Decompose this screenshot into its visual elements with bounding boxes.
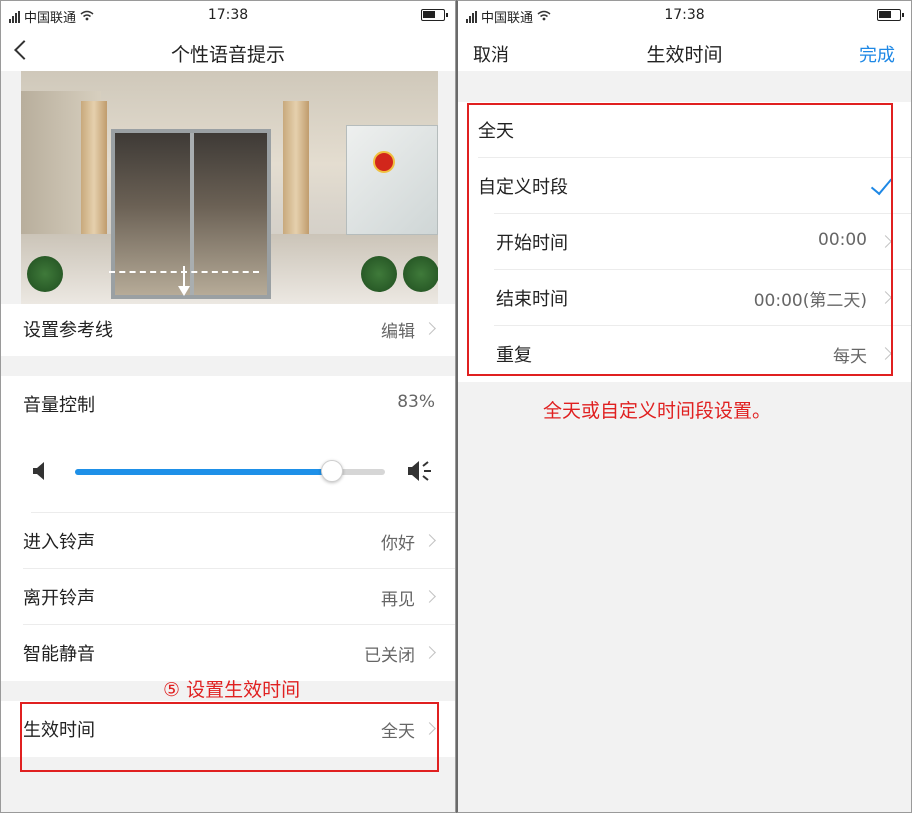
camera-preview	[21, 71, 438, 304]
volume-fill	[75, 469, 333, 475]
page-title: 个性语音提示	[170, 44, 285, 66]
leave-ring-row[interactable]: 离开铃声 再见	[1, 569, 455, 625]
page-title: 生效时间	[646, 44, 723, 66]
status-bar: 中国联通 17:38	[1, 1, 455, 29]
annotation-box-right	[467, 103, 893, 376]
status-time: 17:38	[664, 7, 705, 23]
chevron-right-icon	[423, 590, 436, 603]
enter-ring-row[interactable]: 进入铃声 你好	[1, 513, 455, 569]
logo-mark	[373, 151, 395, 173]
leave-ring-value: 再见	[381, 590, 415, 610]
status-time: 17:38	[207, 7, 249, 23]
volume-value: 83%	[397, 392, 435, 412]
smart-mute-row[interactable]: 智能静音 已关闭	[1, 625, 455, 681]
chevron-right-icon	[423, 646, 436, 659]
wall-sign	[346, 125, 438, 235]
volume-high-icon	[407, 459, 435, 487]
annotation-note: 全天或自定义时间段设置。	[543, 400, 772, 422]
ref-line-row[interactable]: 设置参考线 编辑	[1, 304, 455, 356]
annotation-step5: ⑤ 设置生效时间	[163, 679, 301, 701]
volume-thumb[interactable]	[321, 460, 344, 482]
volume-label: 音量控制	[23, 395, 95, 416]
left-screen: 中国联通 17:38 个性语音提示 设置参考线 编辑 音量控制 83% 进入铃声…	[0, 0, 456, 813]
volume-slider-row	[1, 431, 455, 513]
nav-bar: 取消 生效时间 完成	[458, 29, 911, 71]
leave-ring-label: 离开铃声	[23, 588, 95, 609]
ref-line-label: 设置参考线	[23, 320, 113, 341]
smart-mute-value: 已关闭	[364, 646, 415, 666]
chevron-right-icon	[423, 322, 436, 335]
smart-mute-label: 智能静音	[23, 644, 95, 665]
door-image	[111, 129, 271, 299]
annotation-box-left	[20, 702, 439, 772]
volume-low-icon	[32, 461, 46, 485]
nav-bar: 个性语音提示	[1, 29, 455, 71]
volume-row: 音量控制 83%	[1, 376, 455, 432]
status-bar: 中国联通 17:38	[458, 1, 911, 29]
ref-line-value: 编辑	[381, 322, 415, 342]
enter-ring-label: 进入铃声	[23, 532, 95, 553]
done-button[interactable]: 完成	[859, 41, 895, 67]
right-screen: 中国联通 17:38 取消 生效时间 完成 全天 自定义时段 开始时间 00:0…	[456, 0, 912, 813]
chevron-right-icon	[423, 534, 436, 547]
enter-ring-value: 你好	[381, 534, 415, 554]
battery-icon	[877, 9, 904, 21]
direction-arrow	[183, 266, 185, 288]
battery-icon	[421, 9, 448, 21]
